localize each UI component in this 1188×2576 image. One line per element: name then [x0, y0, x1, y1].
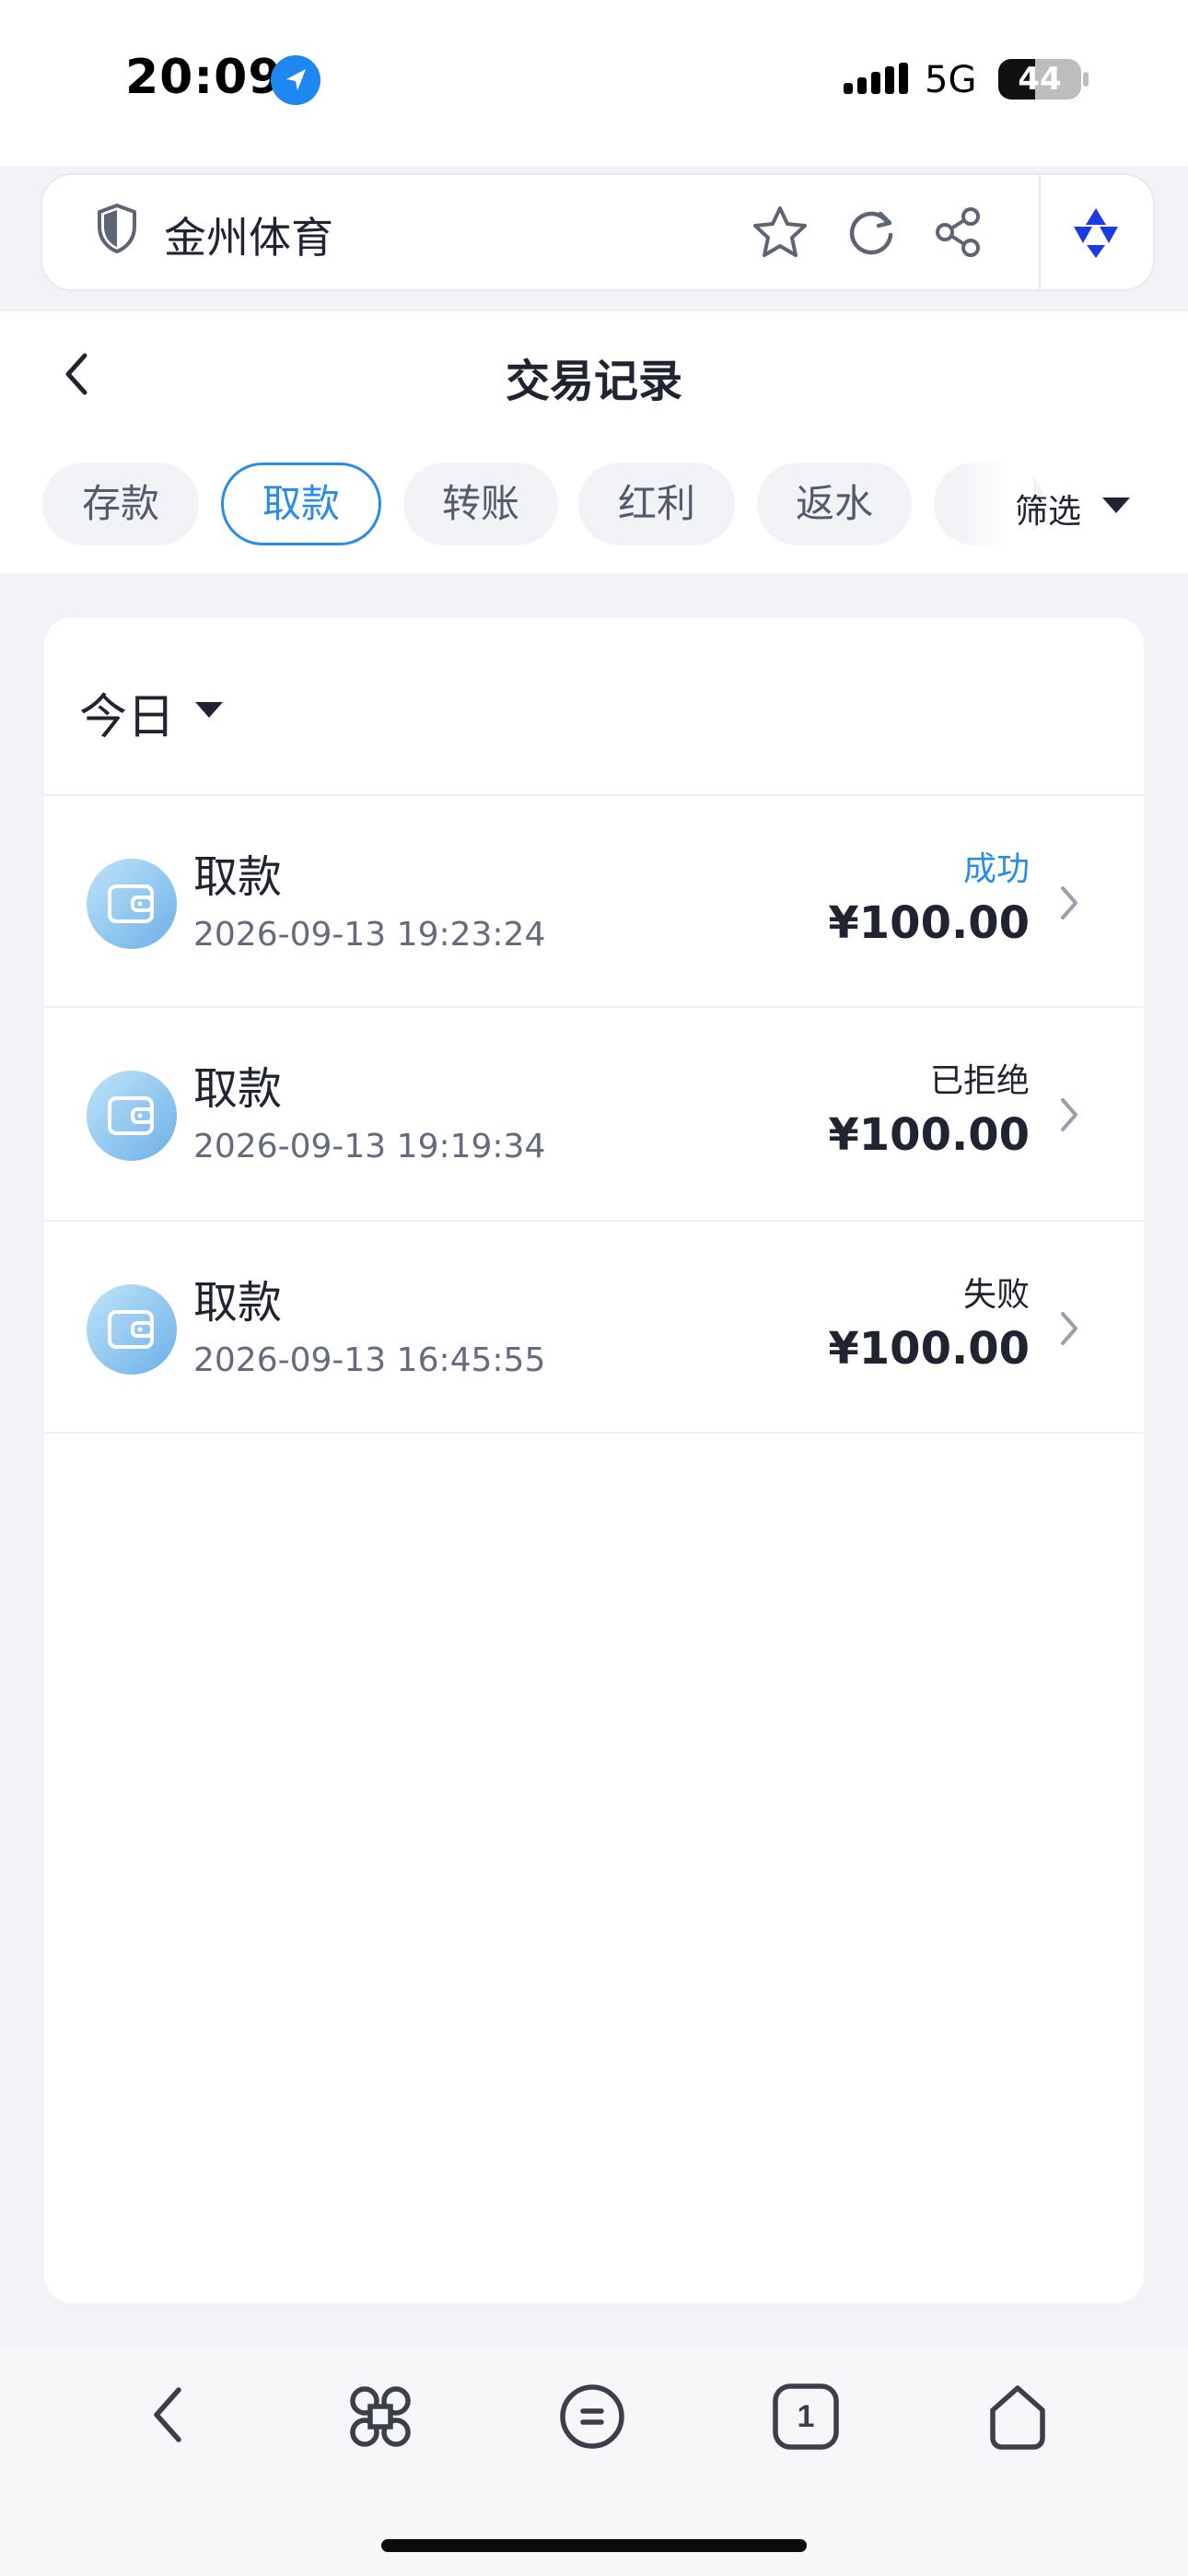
chevron-right-icon[interactable] — [1055, 1093, 1081, 1141]
record-time: 2026-09-13 16:45:55 — [193, 1341, 546, 1379]
wallet-icon — [87, 1284, 177, 1375]
location-icon — [271, 55, 320, 105]
tab-deposit[interactable]: 存款 — [42, 463, 199, 545]
record-time: 2026-09-13 19:19:34 — [193, 1128, 546, 1165]
status-time: 20:09 — [125, 50, 283, 105]
signal-icon — [844, 63, 910, 107]
divider — [44, 1432, 1144, 1434]
filter-button[interactable]: 筛选 — [1015, 485, 1081, 533]
bookmark-star-icon[interactable] — [751, 205, 809, 263]
record-type: 取款 — [193, 1063, 283, 1115]
record-time: 2026-09-13 19:23:24 — [193, 916, 546, 954]
record-type: 取款 — [193, 851, 283, 903]
address-bar-divider — [1039, 173, 1041, 291]
tab-rebate[interactable]: 返水 — [757, 463, 912, 545]
shield-icon[interactable] — [96, 203, 138, 258]
record-amount: ¥100.00 — [828, 897, 1030, 949]
list-item[interactable]: 取款 2026-09-13 16:45:55 失败 ¥100.00 — [44, 1222, 1144, 1434]
battery-icon: 44 — [998, 59, 1081, 100]
tab-withdraw[interactable]: 取款 — [221, 463, 381, 545]
record-type: 取款 — [193, 1277, 283, 1329]
home-icon[interactable] — [982, 2381, 1054, 2456]
page-title: 交易记录 — [505, 356, 682, 407]
tab-count: 1 — [798, 2399, 815, 2434]
share-icon[interactable] — [932, 205, 985, 263]
wallet-icon — [87, 859, 177, 949]
tab-bonus[interactable]: 红利 — [578, 463, 735, 545]
record-amount: ¥100.00 — [828, 1109, 1030, 1161]
period-caret-icon[interactable] — [195, 702, 223, 718]
chevron-right-icon[interactable] — [1055, 1306, 1081, 1354]
tabs-icon[interactable]: 1 — [770, 2381, 842, 2456]
list-item[interactable]: 取款 2026-09-13 19:19:34 已拒绝 ¥100.00 — [44, 1008, 1144, 1220]
filter-caret-icon[interactable] — [1102, 498, 1130, 513]
chevron-right-icon[interactable] — [1055, 881, 1081, 929]
battery-tip — [1083, 72, 1089, 87]
record-amount: ¥100.00 — [828, 1323, 1030, 1375]
period-dropdown[interactable]: 今日 — [79, 678, 175, 747]
tab-transfer[interactable]: 转账 — [403, 463, 558, 545]
home-indicator — [381, 2539, 807, 2552]
status-badge: 成功 — [962, 850, 1030, 888]
status-badge: 已拒绝 — [929, 1062, 1030, 1100]
battery-level: 44 — [1018, 61, 1062, 98]
status-badge: 失败 — [962, 1276, 1030, 1314]
wallet-icon — [87, 1071, 177, 1161]
back-arrow-icon[interactable] — [138, 2381, 199, 2453]
reload-icon[interactable] — [844, 205, 899, 263]
site-name[interactable]: 金州体育 — [164, 205, 333, 265]
network-type: 5G — [925, 59, 977, 101]
browser-extension-icon[interactable] — [1066, 203, 1125, 265]
command-icon[interactable] — [344, 2381, 416, 2456]
list-item[interactable]: 取款 2026-09-13 19:23:24 成功 ¥100.00 — [44, 796, 1144, 1008]
menu-icon[interactable] — [556, 2381, 628, 2456]
